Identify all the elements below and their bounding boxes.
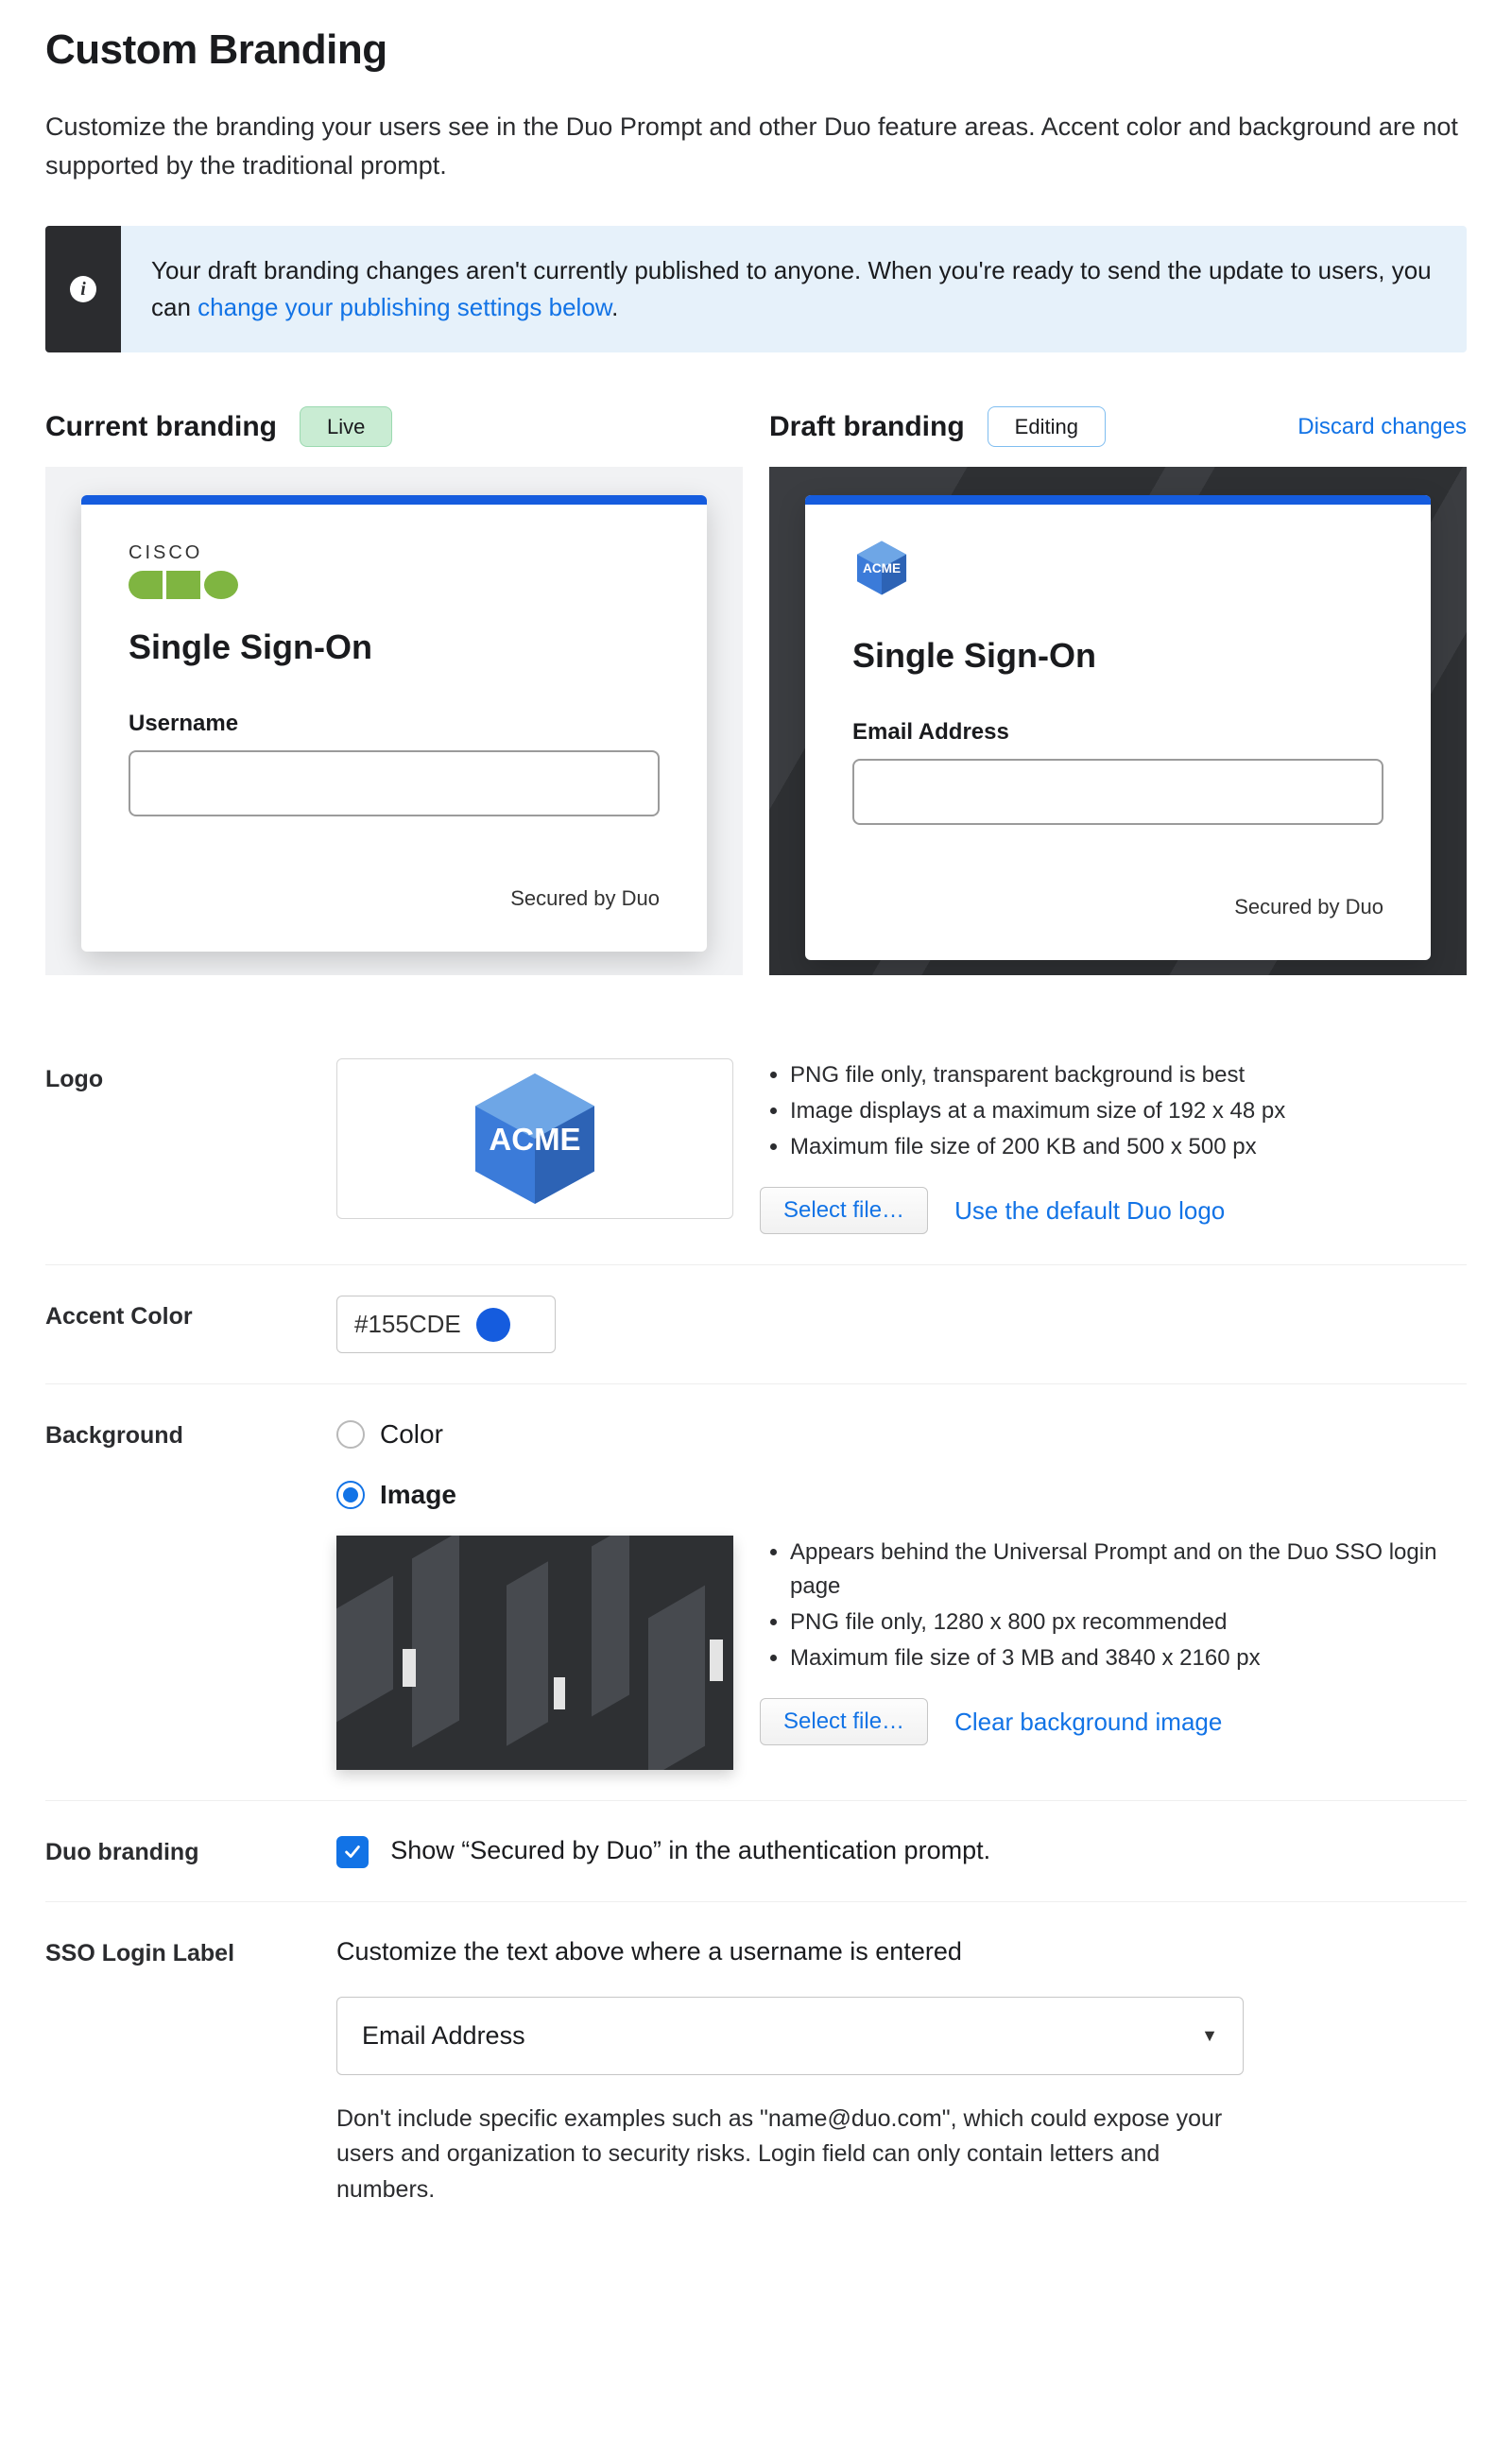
publishing-settings-link[interactable]: change your publishing settings below (198, 293, 611, 321)
accent-color-value: #155CDE (354, 1306, 461, 1343)
draft-field-label: Email Address (852, 715, 1383, 749)
card-accent-bar (81, 495, 707, 505)
discard-changes-link[interactable]: Discard changes (1297, 410, 1467, 444)
duo-branding-row: Duo branding Show “Secured by Duo” in th… (45, 1801, 1467, 1902)
duo-wordmark-icon (129, 571, 660, 599)
logo-note-item: Maximum file size of 200 KB and 500 x 50… (790, 1130, 1467, 1164)
cisco-duo-logo: CISCO (129, 539, 660, 599)
radio-checked-icon (336, 1481, 365, 1509)
logo-setting-row: Logo ACME PNG file only, transparent bac… (45, 1028, 1467, 1265)
background-note-item: Appears behind the Universal Prompt and … (790, 1536, 1467, 1604)
draft-branding-heading: Draft branding (769, 405, 965, 448)
logo-note-item: Image displays at a maximum size of 192 … (790, 1094, 1467, 1128)
svg-text:ACME: ACME (489, 1122, 580, 1157)
svg-text:ACME: ACME (863, 561, 901, 575)
background-note-item: Maximum file size of 3 MB and 3840 x 216… (790, 1641, 1467, 1675)
background-note-item: PNG file only, 1280 x 800 px recommended (790, 1605, 1467, 1640)
sso-login-label-select[interactable]: Email Address ▼ (336, 1997, 1244, 2075)
background-select-file-button[interactable]: Select file… (760, 1698, 928, 1745)
sso-login-desc: Customize the text above where a usernam… (336, 1932, 1467, 1971)
accent-color-input[interactable]: #155CDE (336, 1296, 556, 1353)
info-icon-column: i (45, 226, 121, 352)
sso-login-label-label: SSO Login Label (45, 1932, 310, 1972)
logo-note-item: PNG file only, transparent background is… (790, 1058, 1467, 1092)
draft-preview-frame: ACME Single Sign-On Email Address Secure… (769, 467, 1467, 975)
duo-branding-checkbox[interactable] (336, 1836, 369, 1868)
current-secured-text: Secured by Duo (129, 883, 660, 914)
duo-branding-text: Show “Secured by Duo” in the authenticat… (390, 1836, 990, 1864)
clear-background-link[interactable]: Clear background image (954, 1704, 1222, 1741)
sso-login-hint: Don't include specific examples such as … (336, 2102, 1244, 2208)
background-option-image[interactable]: Image (336, 1475, 1467, 1515)
draft-card-title: Single Sign-On (852, 630, 1383, 681)
acme-hex-logo-icon: ACME (464, 1068, 606, 1210)
current-branding-heading: Current branding (45, 405, 277, 448)
info-banner: i Your draft branding changes aren't cur… (45, 226, 1467, 352)
accent-color-row: Accent Color #155CDE (45, 1265, 1467, 1384)
background-label: Background (45, 1415, 310, 1454)
page-title: Custom Branding (45, 19, 1467, 81)
live-pill: Live (300, 406, 392, 447)
draft-secured-text: Secured by Duo (852, 891, 1383, 922)
current-field-label: Username (129, 707, 660, 741)
sso-login-label-row: SSO Login Label Customize the text above… (45, 1902, 1467, 2239)
current-preview-card: CISCO Single Sign-On Username Secured by… (81, 495, 707, 952)
draft-branding-column: Draft branding Editing Discard changes A… (769, 405, 1467, 975)
info-text-post: . (611, 293, 618, 321)
background-option-image-label: Image (380, 1475, 456, 1515)
logo-preview-box: ACME (336, 1058, 733, 1219)
current-card-title: Single Sign-On (129, 622, 660, 673)
logo-notes: PNG file only, transparent background is… (760, 1058, 1467, 1234)
info-content: Your draft branding changes aren't curre… (121, 226, 1467, 352)
background-thumbnail (336, 1536, 733, 1770)
accent-color-label: Accent Color (45, 1296, 310, 1335)
page-intro: Customize the branding your users see in… (45, 108, 1467, 184)
current-field-input (129, 750, 660, 816)
chevron-down-icon: ▼ (1201, 2023, 1218, 2049)
sso-login-label-value: Email Address (362, 2017, 525, 2055)
radio-icon (336, 1420, 365, 1449)
current-branding-column: Current branding Live CISCO Single Sign-… (45, 405, 743, 975)
accent-color-swatch (476, 1308, 510, 1342)
draft-field-input (852, 759, 1383, 825)
background-option-color[interactable]: Color (336, 1415, 1467, 1454)
acme-logo-icon: ACME (852, 539, 911, 597)
background-notes: Appears behind the Universal Prompt and … (760, 1536, 1467, 1745)
duo-branding-label: Duo branding (45, 1831, 310, 1871)
logo-label: Logo (45, 1058, 310, 1098)
cisco-text: CISCO (129, 542, 202, 563)
card-accent-bar (805, 495, 1431, 505)
info-icon: i (70, 276, 96, 302)
draft-preview-card: ACME Single Sign-On Email Address Secure… (805, 495, 1431, 960)
editing-pill: Editing (988, 406, 1106, 447)
background-option-color-label: Color (380, 1415, 443, 1454)
current-preview-frame: CISCO Single Sign-On Username Secured by… (45, 467, 743, 975)
logo-select-file-button[interactable]: Select file… (760, 1187, 928, 1234)
background-row: Background Color Image Appears beh (45, 1384, 1467, 1801)
use-default-logo-link[interactable]: Use the default Duo logo (954, 1193, 1225, 1229)
checkmark-icon (342, 1842, 363, 1863)
